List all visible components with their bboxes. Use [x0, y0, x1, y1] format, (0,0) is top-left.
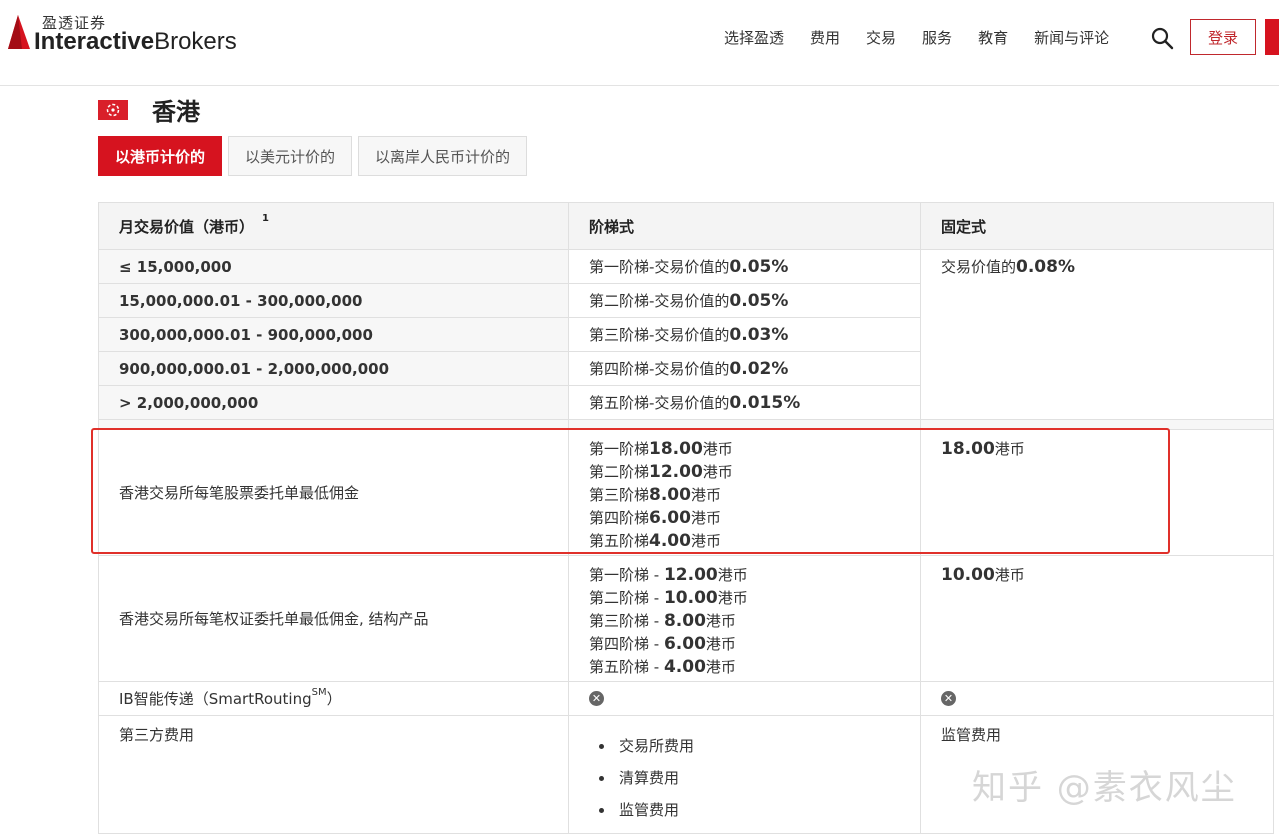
tier-rate: 第一阶梯-交易价值的 0.05%	[569, 250, 921, 284]
tier-range: ≤ 15,000,000	[98, 250, 569, 284]
third-party-label: 第三方费用	[98, 716, 569, 834]
search-icon[interactable]	[1150, 26, 1174, 50]
x-circle-icon: ✕	[589, 691, 604, 706]
tier-range: > 2,000,000,000	[98, 386, 569, 420]
smart-routing-tiered: ✕	[569, 682, 921, 716]
list-item: 交易所费用	[615, 730, 900, 762]
tier-rate: 第三阶梯-交易价值的 0.03%	[569, 318, 921, 352]
stock-min-tiered: 第一阶梯18.00港币 第二阶梯12.00港币 第三阶梯8.00港币 第四阶梯6…	[569, 430, 921, 556]
currency-tabs: 以港币计价的 以美元计价的 以离岸人民币计价的	[98, 136, 533, 176]
site-header: 盈透证券 InteractiveBrokers 选择盈透 费用 交易 服务 教育…	[0, 0, 1279, 86]
nav-item-pricing[interactable]: 费用	[810, 27, 840, 48]
table-spacer	[921, 420, 1274, 430]
stock-min-label: 香港交易所每笔股票委托单最低佣金	[98, 430, 569, 556]
tier-range: 300,000,000.01 - 900,000,000	[98, 318, 569, 352]
tier-rate: 第二阶梯-交易价值的 0.05%	[569, 284, 921, 318]
table-spacer	[569, 420, 921, 430]
ib-logo[interactable]: 盈透证券 InteractiveBrokers	[8, 12, 238, 60]
tier-range: 15,000,000.01 - 300,000,000	[98, 284, 569, 318]
warrant-min-fixed: 10.00港币	[921, 556, 1274, 682]
fixed-rate: 交易价值的0.08%	[921, 250, 1274, 420]
nav-item-why-ib[interactable]: 选择盈透	[724, 27, 784, 48]
account-open-button[interactable]	[1265, 19, 1279, 55]
tier-range: 900,000,000.01 - 2,000,000,000	[98, 352, 569, 386]
nav-item-services[interactable]: 服务	[922, 27, 952, 48]
hong-kong-flag-icon	[98, 100, 128, 120]
smart-routing-fixed: ✕	[921, 682, 1274, 716]
list-item: 第一阶梯18.00港币	[589, 439, 733, 459]
list-item: 清算费用	[615, 762, 900, 794]
stock-min-fixed: 18.00港币	[921, 430, 1274, 556]
tab-hkd[interactable]: 以港币计价的	[98, 136, 223, 176]
table-header-tiered: 阶梯式	[569, 202, 921, 250]
list-item: 第五阶梯4.00港币	[589, 531, 721, 551]
tab-cnh[interactable]: 以离岸人民币计价的	[358, 136, 528, 176]
tier-rate: 第四阶梯-交易价值的 0.02%	[569, 352, 921, 386]
table-header-volume: 月交易价值（港币） 1	[98, 202, 569, 250]
page-title: 香港	[152, 98, 200, 126]
nav-item-trading[interactable]: 交易	[866, 27, 896, 48]
list-item: 第五阶梯 - 4.00港币	[589, 657, 736, 677]
list-item: 第三阶梯8.00港币	[589, 485, 721, 505]
bauhinia-icon	[106, 103, 120, 117]
nav-item-news[interactable]: 新闻与评论	[1034, 27, 1109, 48]
tab-usd[interactable]: 以美元计价的	[228, 136, 353, 176]
list-item: 第二阶梯 - 10.00港币	[589, 588, 748, 608]
x-circle-icon: ✕	[941, 691, 956, 706]
tier-rate: 第五阶梯-交易价值的 0.015%	[569, 386, 921, 420]
login-button[interactable]: 登录	[1190, 19, 1256, 55]
list-item: 第四阶梯 - 6.00港币	[589, 634, 736, 654]
watermark: 知乎 @素衣风尘	[972, 768, 1237, 808]
nav-item-education[interactable]: 教育	[978, 27, 1008, 48]
table-header-fixed: 固定式	[921, 202, 1274, 250]
main-nav: 选择盈透 费用 交易 服务 教育 新闻与评论	[724, 27, 1135, 48]
list-item: 第三阶梯 - 8.00港币	[589, 611, 736, 631]
warrant-min-tiered: 第一阶梯 - 12.00港币 第二阶梯 - 10.00港币 第三阶梯 - 8.0…	[569, 556, 921, 682]
list-item: 第四阶梯6.00港币	[589, 508, 721, 528]
smart-routing-label: IB智能传递（SmartRouting SM）	[98, 682, 569, 716]
list-item: 监管费用	[615, 794, 900, 826]
list-item: 第二阶梯12.00港币	[589, 462, 733, 482]
warrant-min-label: 香港交易所每笔权证委托单最低佣金, 结构产品	[98, 556, 569, 682]
third-party-tiered: 交易所费用 清算费用 监管费用	[569, 716, 921, 834]
table-spacer	[98, 420, 569, 430]
logo-mark-icon	[8, 15, 30, 49]
logo-en-text: InteractiveBrokers	[34, 28, 237, 55]
list-item: 第一阶梯 - 12.00港币	[589, 565, 748, 585]
